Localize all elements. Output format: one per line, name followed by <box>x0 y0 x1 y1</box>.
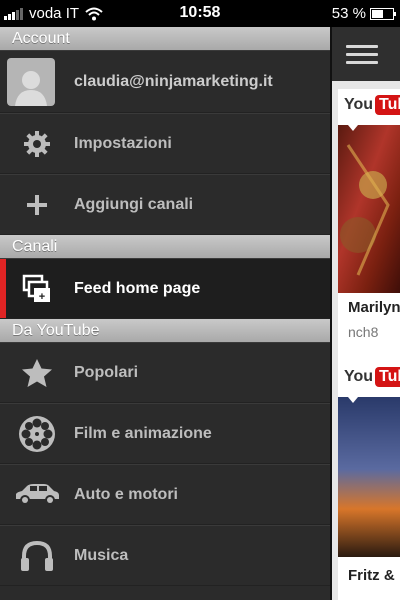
section-header-account: Account <box>0 27 330 50</box>
section-header-canali: Canali <box>0 235 330 258</box>
sidebar-item-label: Auto e motori <box>74 485 178 503</box>
svg-text:+: + <box>39 291 45 303</box>
status-bar: voda IT 10:58 53 % <box>0 0 400 27</box>
sidebar-item-label: Musica <box>74 546 129 564</box>
menu-icon[interactable] <box>346 40 378 69</box>
status-right: 53 % <box>331 5 396 22</box>
video-thumbnail[interactable] <box>338 125 400 293</box>
sidebar-item-auto-e-motori[interactable]: Auto e motori <box>0 464 330 525</box>
sidebar-item-account[interactable]: claudia@ninjamarketing.it <box>0 50 330 113</box>
video-card[interactable]: YouTube Fritz & <box>338 361 400 600</box>
sidebar-item-label: Film e animazione <box>74 424 212 442</box>
plus-icon <box>27 194 47 215</box>
gear-icon <box>24 130 50 157</box>
active-indicator <box>0 259 6 318</box>
account-email: claudia@ninjamarketing.it <box>74 72 273 90</box>
user-silhouette-icon <box>15 70 47 106</box>
sidebar-item-musica[interactable]: Musica <box>0 525 330 586</box>
section-header-da-youtube: Da YouTube <box>0 319 330 342</box>
battery-percentage: 53 % <box>331 5 366 22</box>
sidebar-menu: Account claudia@ninjamarketing.it Impost… <box>0 27 330 600</box>
sidebar-item-label: Impostazioni <box>74 134 172 152</box>
sidebar-item-feed-home-page[interactable]: + Feed home page <box>0 258 330 319</box>
video-title: Marilyn <box>348 299 400 316</box>
feed-top-bar <box>332 27 400 81</box>
sidebar-item-impostazioni[interactable]: Impostazioni <box>0 113 330 174</box>
video-card[interactable]: YouTube Marilyn nch8 <box>338 89 400 374</box>
film-reel-icon <box>19 415 55 452</box>
video-title: Fritz & <box>348 567 395 584</box>
sidebar-item-label: Aggiungi canali <box>74 195 194 213</box>
youtube-logo: YouTube <box>342 95 400 115</box>
avatar <box>7 57 55 106</box>
feed-panel: YouTube Marilyn nch8 YouTube <box>330 27 400 600</box>
video-thumbnail[interactable] <box>338 397 400 557</box>
sidebar-item-aggiungi-canali[interactable]: Aggiungi canali <box>0 174 330 235</box>
sidebar-item-film-e-animazione[interactable]: Film e animazione <box>0 403 330 464</box>
star-icon <box>22 358 52 387</box>
youtube-logo: YouTube <box>342 367 400 387</box>
battery-icon <box>370 7 396 20</box>
video-channel: nch8 <box>348 324 379 340</box>
sidebar-item-label: Feed home page <box>74 279 201 297</box>
headphones-icon <box>21 540 53 571</box>
feed-icon: + <box>22 274 50 303</box>
car-icon <box>16 483 59 505</box>
sidebar-item-popolari[interactable]: Popolari <box>0 342 330 403</box>
sidebar-item-label: Popolari <box>74 363 139 381</box>
